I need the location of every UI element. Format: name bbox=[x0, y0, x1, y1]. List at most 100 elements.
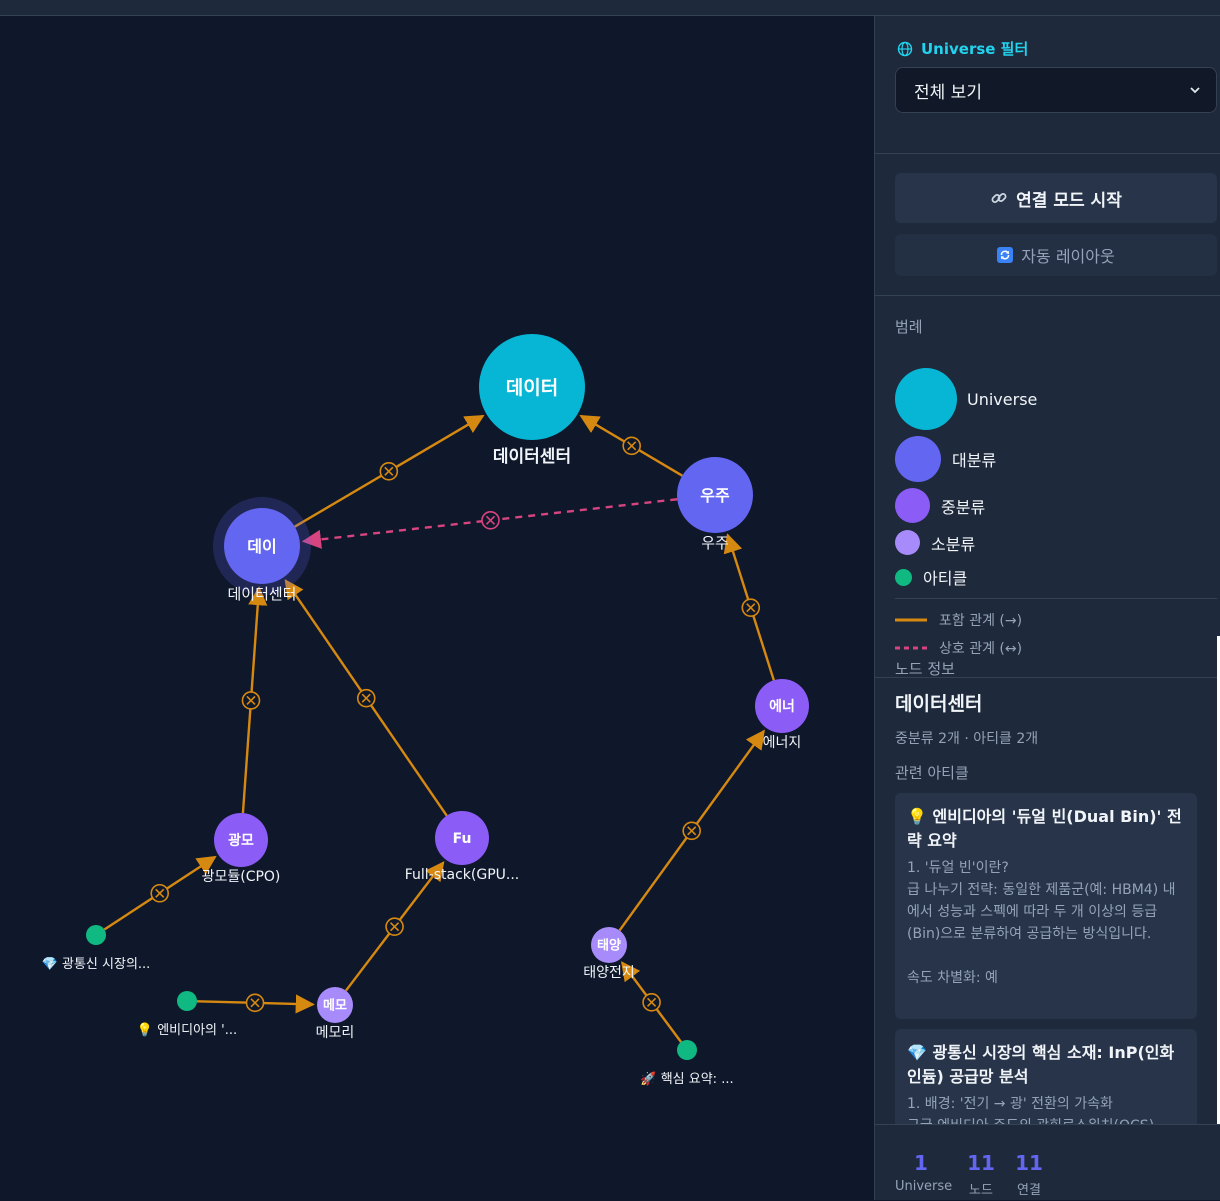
node-caption: 데이터센터 bbox=[493, 447, 571, 467]
edge-contains[interactable] bbox=[103, 855, 217, 931]
node-minor-solar[interactable]: 태양태양전지 bbox=[583, 927, 635, 981]
node-label: Fu bbox=[453, 831, 472, 847]
legend-item-major: 대분류 bbox=[895, 436, 996, 482]
stat-universe-label: Universe bbox=[895, 1179, 953, 1194]
edge-contains[interactable] bbox=[241, 585, 268, 814]
legend-minor-dot bbox=[895, 530, 920, 555]
edge-delete-icon[interactable] bbox=[481, 510, 500, 530]
stats-bar: 1 Universe 11 노드 11 연결 bbox=[875, 1124, 1220, 1201]
edge-delete-icon[interactable] bbox=[379, 462, 399, 481]
edge-contains[interactable] bbox=[579, 414, 683, 477]
node-art-nvidia[interactable]: 💡 엔비디아의 '... bbox=[137, 991, 237, 1038]
node-caption: 광모듈(CPO) bbox=[202, 869, 281, 885]
article-card[interactable]: 💎 광통신 시장의 핵심 소재: InP(인화인듐) 공급망 분석 1. 배경:… bbox=[895, 1029, 1197, 1124]
universe-filter-select[interactable]: 전체 보기 bbox=[895, 67, 1217, 113]
edge-delete-icon[interactable] bbox=[642, 993, 661, 1012]
legend-universe-label: Universe bbox=[967, 389, 1038, 409]
node-caption: 🚀 핵심 요약: ... bbox=[640, 1071, 733, 1087]
legend-minor-label: 소분류 bbox=[931, 534, 976, 554]
article-card-title: 💎 광통신 시장의 핵심 소재: InP(인화인듐) 공급망 분석 bbox=[907, 1041, 1185, 1089]
edge-contains[interactable] bbox=[723, 533, 775, 681]
filter-section: Universe 필터 전체 보기 bbox=[875, 38, 1220, 154]
top-bar bbox=[0, 0, 1220, 16]
node-label: 에너 bbox=[769, 699, 795, 715]
node-caption: 데이터센터 bbox=[227, 585, 296, 603]
node-info-title: 데이터센터 bbox=[895, 693, 983, 715]
node-caption: 💎 광통신 시장의... bbox=[42, 957, 151, 972]
edge-delete-icon[interactable] bbox=[385, 917, 404, 936]
stat-nodes-value: 11 bbox=[967, 1151, 995, 1175]
stat-universe-value: 1 bbox=[914, 1151, 928, 1175]
node-art-core[interactable]: 🚀 핵심 요약: ... bbox=[640, 1040, 734, 1087]
node-major-space[interactable]: 우주우주 bbox=[677, 457, 753, 552]
legend-universe-dot bbox=[895, 368, 957, 430]
node-info-label: 노드 정보 bbox=[895, 660, 955, 678]
edge-contains[interactable] bbox=[284, 579, 448, 817]
stat-links: 11 연결 bbox=[1009, 1151, 1049, 1198]
edge-delete-icon[interactable] bbox=[241, 691, 261, 710]
legend-item-middle: 중분류 bbox=[895, 488, 985, 523]
node-circle bbox=[177, 991, 197, 1011]
contains-line-swatch bbox=[895, 618, 927, 622]
stat-universe: 1 Universe bbox=[895, 1151, 953, 1194]
actions-section: 연결 모드 시작 자동 레이아웃 bbox=[875, 154, 1220, 296]
node-label: 메모 bbox=[323, 999, 347, 1014]
legend-middle-dot bbox=[895, 488, 930, 523]
legend-article-label: 아티클 bbox=[923, 569, 968, 588]
node-minor-memory[interactable]: 메모메모리 bbox=[316, 987, 355, 1041]
legend-item-minor: 소분류 bbox=[895, 530, 975, 555]
filter-title: Universe 필터 bbox=[897, 38, 1220, 59]
node-label: 데이터 bbox=[506, 377, 558, 399]
edge-contains[interactable] bbox=[618, 729, 765, 932]
article-card-excerpt: 1. 배경: '전기 → 광' 전환의 가속화 구글·엔비디아 주도의 광회로스… bbox=[907, 1096, 1154, 1124]
article-card-title: 💡 엔비디아의 '듀얼 빈(Dual Bin)' 전략 요약 bbox=[907, 805, 1185, 853]
refresh-icon bbox=[997, 247, 1014, 263]
graph-canvas[interactable]: 데이터데이터센터데이데이터센터우주우주에너에너지광모광모듈(CPO)FuFull… bbox=[0, 16, 874, 1200]
article-card-excerpt: 1. '듀얼 빈'이란? 급 나누기 전략: 동일한 제품군(예: HBM4) … bbox=[907, 860, 1176, 986]
node-major-dc[interactable]: 데이데이터센터 bbox=[213, 497, 311, 603]
node-label: 데이 bbox=[247, 537, 276, 556]
legend-item-universe: Universe bbox=[895, 368, 1037, 430]
connect-mode-label: 연결 모드 시작 bbox=[1016, 190, 1122, 211]
stat-links-value: 11 bbox=[1015, 1151, 1043, 1175]
node-label: 태양 bbox=[597, 939, 621, 954]
edge-delete-icon[interactable] bbox=[682, 821, 701, 841]
connect-mode-button[interactable]: 연결 모드 시작 bbox=[895, 173, 1217, 223]
article-title-text: 엔비디아의 '듀얼 빈(Dual Bin)' 전략 요약 bbox=[907, 807, 1182, 850]
node-label: 광모 bbox=[228, 832, 254, 849]
sidebar: Universe 필터 전체 보기 연결 모드 시작 자동 레이아웃 범례 Un… bbox=[874, 16, 1220, 1200]
node-circle bbox=[86, 925, 106, 945]
legend-major-dot bbox=[895, 436, 941, 482]
legend-divider bbox=[895, 598, 1217, 599]
legend-item-article: 아티클 bbox=[895, 565, 967, 589]
edge-delete-icon[interactable] bbox=[245, 993, 265, 1013]
stat-nodes: 11 노드 bbox=[961, 1151, 1001, 1198]
filter-title-label: Universe 필터 bbox=[921, 40, 1029, 58]
auto-layout-button[interactable]: 자동 레이아웃 bbox=[895, 234, 1217, 276]
auto-layout-label: 자동 레이아웃 bbox=[1021, 247, 1115, 266]
node-label: 우주 bbox=[700, 486, 730, 505]
edge-mutual[interactable] bbox=[301, 498, 678, 549]
lightbulb-icon: 💡 bbox=[907, 807, 927, 826]
node-caption: 메모리 bbox=[316, 1025, 355, 1041]
node-mid-optical[interactable]: 광모광모듈(CPO) bbox=[202, 813, 281, 885]
edge-contains[interactable] bbox=[196, 993, 315, 1014]
edge-delete-icon[interactable] bbox=[356, 688, 376, 708]
node-info-panel[interactable]: 노드 정보 데이터센터 중분류 2개 · 아티클 2개 관련 아티클 💡 엔비디… bbox=[875, 636, 1220, 1124]
stat-links-label: 연결 bbox=[1017, 1183, 1041, 1198]
legend-article-dot bbox=[895, 568, 912, 586]
edge-delete-icon[interactable] bbox=[150, 883, 170, 903]
node-mid-energy[interactable]: 에너에너지 bbox=[755, 679, 809, 751]
edge-delete-icon[interactable] bbox=[741, 598, 761, 617]
node-caption: 💡 엔비디아의 '... bbox=[137, 1022, 237, 1038]
legend-title: 범례 bbox=[895, 318, 923, 336]
legend-line-contains: 포함 관계 (→) bbox=[895, 610, 1022, 630]
article-card[interactable]: 💡 엔비디아의 '듀얼 빈(Dual Bin)' 전략 요약 1. '듀얼 빈'… bbox=[895, 793, 1197, 1019]
node-mid-fullstack[interactable]: Fu Full-stack(GPU... bbox=[405, 811, 520, 883]
edge-delete-icon[interactable] bbox=[622, 436, 641, 456]
legend-contains-label: 포함 관계 (→) bbox=[939, 613, 1023, 629]
node-universe-dc[interactable]: 데이터데이터센터 bbox=[479, 334, 585, 467]
node-art-optical[interactable]: 💎 광통신 시장의... bbox=[42, 925, 151, 972]
edge-contains[interactable] bbox=[294, 414, 485, 528]
link-icon bbox=[991, 193, 1007, 203]
